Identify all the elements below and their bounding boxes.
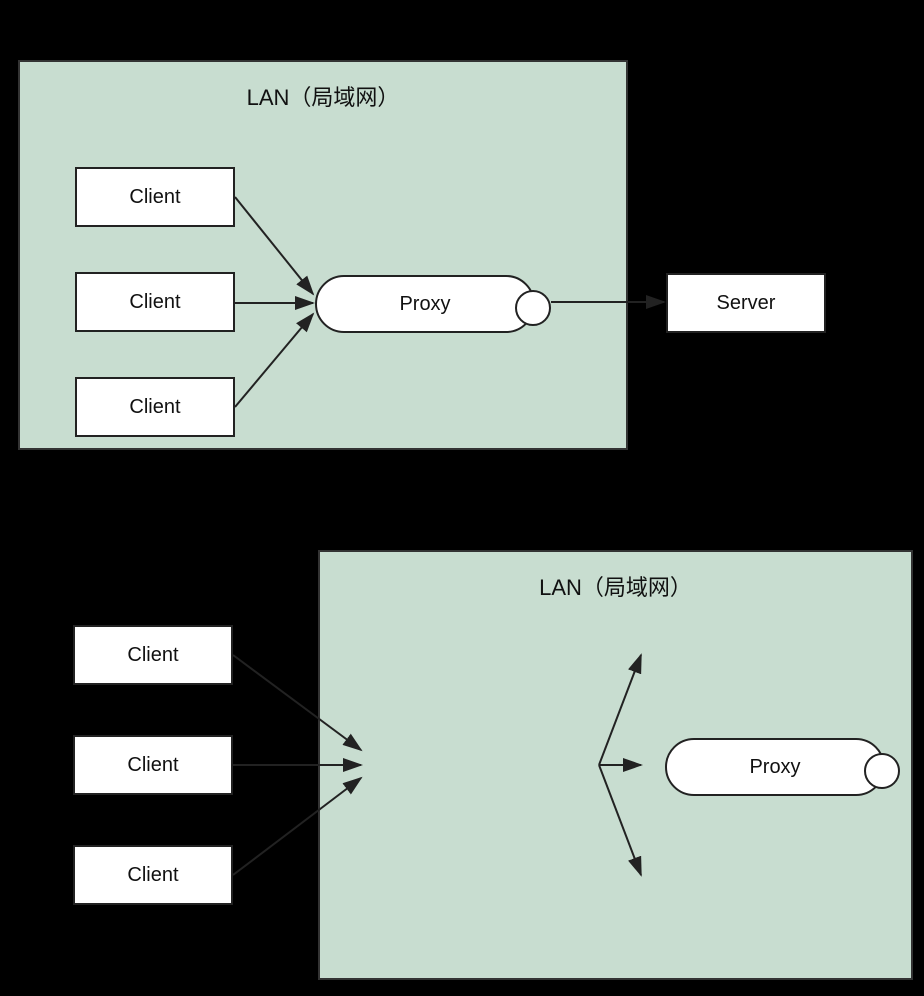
client-box-2-2: Client bbox=[73, 735, 233, 795]
proxy-circle-1 bbox=[515, 290, 551, 326]
arrow-c3-proxy bbox=[235, 314, 313, 407]
client-label-1-1: Client bbox=[129, 186, 180, 209]
client-label-2-2: Client bbox=[127, 754, 178, 777]
lan-box-2: LAN（局域网） Proxy Server Server Server bbox=[318, 550, 913, 980]
arrow-c1-proxy bbox=[235, 197, 313, 294]
server-1: Server bbox=[666, 273, 826, 333]
lan-label-2: LAN（局域网） bbox=[539, 570, 692, 602]
lan-box-1: LAN（局域网） Client Client Client Proxy bbox=[18, 60, 628, 450]
diagram2: Client Client Client LAN（局域网） Proxy Serv… bbox=[18, 550, 918, 980]
client-box-2-3: Client bbox=[73, 845, 233, 905]
client-box-1-2: Client bbox=[75, 272, 235, 332]
client-label-2-1: Client bbox=[127, 644, 178, 667]
proxy-2: Proxy bbox=[665, 738, 885, 796]
client-label-1-3: Client bbox=[129, 396, 180, 419]
proxy-label-2: Proxy bbox=[749, 756, 800, 779]
proxy-circle-2 bbox=[864, 753, 900, 789]
client-label-2-3: Client bbox=[127, 864, 178, 887]
server-label-1: Server bbox=[717, 292, 776, 315]
client-box-1-1: Client bbox=[75, 167, 235, 227]
diagram1: LAN（局域网） Client Client Client Proxy bbox=[18, 60, 628, 450]
client-box-1-3: Client bbox=[75, 377, 235, 437]
proxy-1: Proxy bbox=[315, 275, 535, 333]
client-box-2-1: Client bbox=[73, 625, 233, 685]
lan-label-1: LAN（局域网） bbox=[247, 80, 400, 112]
proxy-label-1: Proxy bbox=[399, 293, 450, 316]
client-label-1-2: Client bbox=[129, 291, 180, 314]
